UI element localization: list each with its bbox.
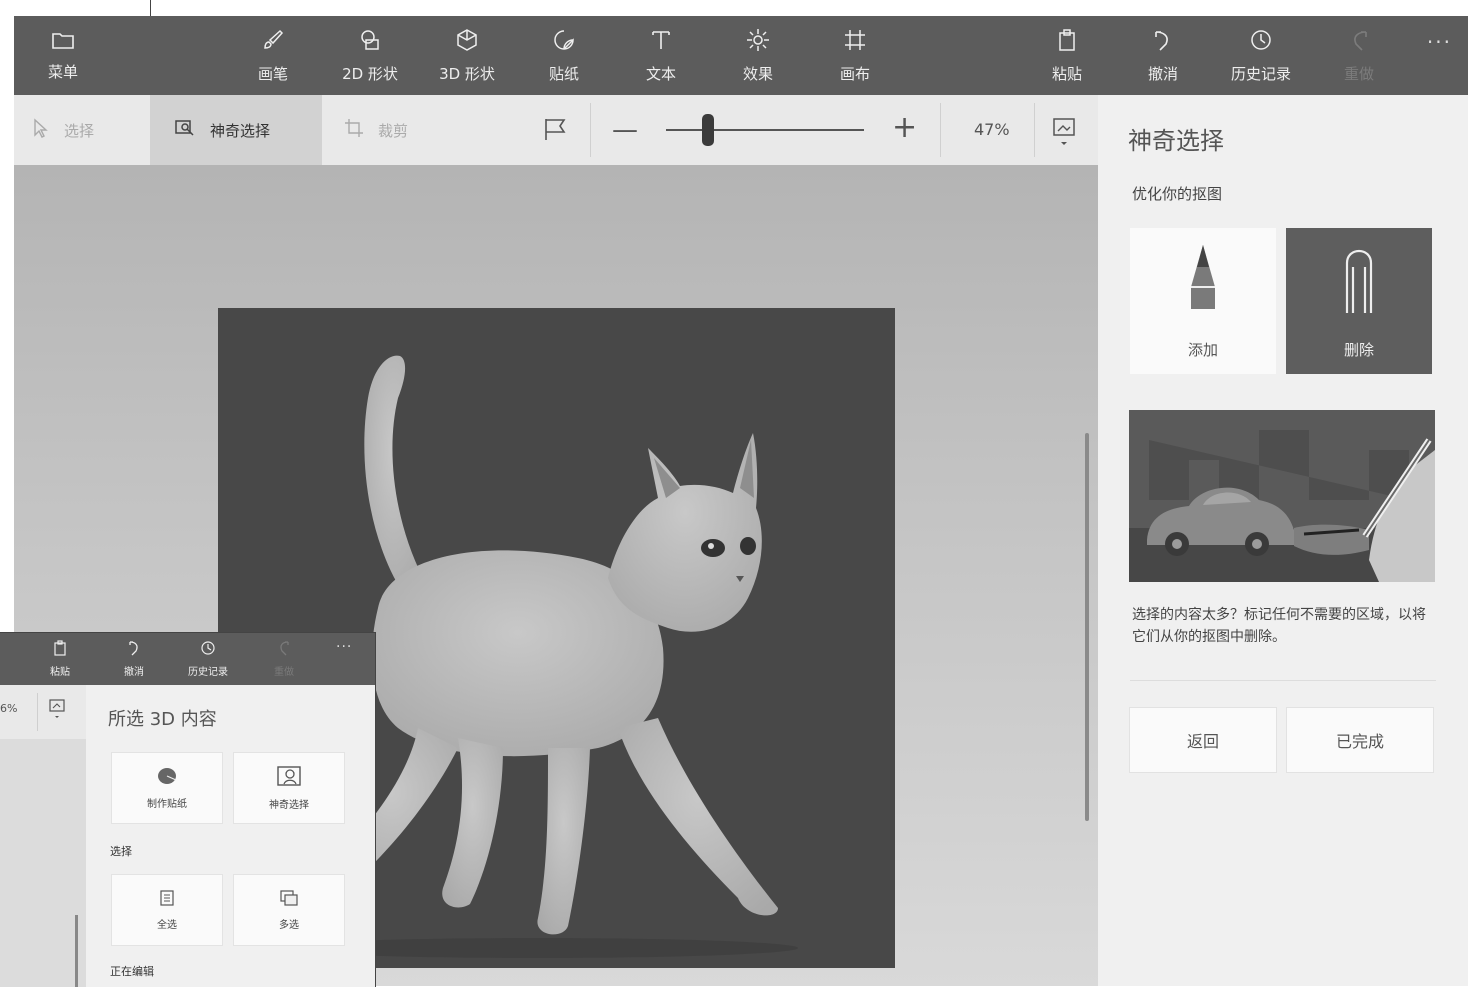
inset-paste-button[interactable]: 粘贴 [30,633,90,685]
make-sticker-button[interactable]: 制作贴纸 [112,753,222,823]
history-button[interactable]: 历史记录 [1216,16,1306,95]
redo-button[interactable]: 重做 [1314,16,1404,95]
inset-undo-button[interactable]: 撤消 [104,633,164,685]
remove-illustration [1129,410,1435,582]
inset-panel-title: 所选 3D 内容 [108,709,217,730]
magic-select-panel: 神奇选择 优化你的抠图 添加 删除 选择的内容太多？标记任何不需要的区域，以将它… [1098,95,1468,986]
paste-icon [53,640,67,660]
redo-icon [1347,28,1371,59]
inset-zoom-level: 6% [0,702,18,715]
pencil-add-icon [1185,243,1221,321]
inset-redo-button[interactable]: 重做 [254,633,314,685]
top-toolbar: 菜单 画笔 2D 形状 3D 形状 贴纸 文本 效果 画布 粘贴 撤消 历史记录… [14,16,1468,95]
shapes-2d-icon [358,28,382,59]
inset-toolbar: 粘贴 撤消 历史记录 重做 ··· [0,633,375,685]
vertical-scrollbar[interactable] [1085,433,1089,821]
zoom-level: 47% [974,120,1010,139]
zoom-slider-track[interactable] [666,129,864,131]
canvas-icon [843,28,867,59]
selection-toolbar: 选择 神奇选择 裁剪 — + 47% [14,95,1098,165]
history-icon [200,640,216,660]
undo-button[interactable]: 撤消 [1118,16,1208,95]
crop-tool-button[interactable]: 裁剪 [344,95,454,165]
sticker-icon [552,28,576,59]
history-icon [1249,28,1273,59]
view-fit-icon[interactable] [48,698,66,724]
add-button[interactable]: 添加 [1130,228,1276,374]
canvas-button[interactable]: 画布 [810,16,900,95]
text-icon [649,28,673,59]
sticker-icon [156,766,178,791]
brush-button[interactable]: 画笔 [228,16,318,95]
stickers-button[interactable]: 贴纸 [519,16,609,95]
magic-select-icon [276,765,302,792]
folder-icon [51,30,75,57]
done-button[interactable]: 已完成 [1287,708,1433,772]
inset-scrollbar[interactable] [75,915,78,987]
inset-subtoolbar: 6% [0,685,86,739]
magic-select-icon [174,118,196,143]
multi-select-icon [279,889,299,912]
flag-icon[interactable] [543,117,569,145]
inset-screenshot: 粘贴 撤消 历史记录 重做 ··· 6% 所选 3D 内容 制作贴纸 神奇选择 … [0,632,376,987]
undo-icon [1151,28,1175,59]
menu-button[interactable]: 菜单 [18,16,108,95]
undo-icon [127,640,141,660]
view-fit-icon[interactable] [1052,117,1076,151]
more-options-icon[interactable]: ··· [1427,30,1452,54]
redo-icon [277,640,291,660]
select-all-icon [159,889,175,912]
cube-icon [455,28,479,59]
inset-divider [37,693,38,731]
effects-icon [746,28,770,59]
inset-magic-select-button[interactable]: 神奇选择 [234,753,344,823]
crop-icon [344,118,364,143]
back-button[interactable]: 返回 [1130,708,1276,772]
multi-select-button[interactable]: 多选 [234,875,344,945]
inset-editing-section-label: 正在编辑 [110,965,154,978]
paste-icon [1055,28,1079,59]
background-window-edge [0,16,15,464]
shapes-3d-button[interactable]: 3D 形状 [422,16,512,95]
inset-history-button[interactable]: 历史记录 [178,633,238,685]
text-button[interactable]: 文本 [616,16,706,95]
zoom-in-icon[interactable]: + [892,110,917,145]
inset-canvas-strip: 6% [0,685,86,987]
shapes-2d-button[interactable]: 2D 形状 [325,16,415,95]
remove-button[interactable]: 删除 [1286,228,1432,374]
paste-button[interactable]: 粘贴 [1022,16,1112,95]
select-tool-button[interactable]: 选择 [32,95,150,165]
background-window-fragment [0,0,151,17]
zoom-out-icon[interactable]: — [612,115,638,145]
panel-title: 神奇选择 [1128,127,1224,155]
panel-divider [1130,680,1436,681]
toolbar-divider [940,103,941,157]
toolbar-divider [590,103,591,157]
toolbar-divider [1034,103,1035,157]
eraser-remove-icon [1341,243,1377,321]
zoom-slider-thumb[interactable] [702,114,714,146]
select-all-button[interactable]: 全选 [112,875,222,945]
inset-more-icon[interactable]: ··· [336,639,352,655]
magic-select-tool-button[interactable]: 神奇选择 [150,95,322,165]
pointer-icon [32,117,50,143]
brush-icon [261,28,285,59]
panel-description: 选择的内容太多？标记任何不需要的区域，以将它们从你的抠图中删除。 [1132,607,1426,645]
panel-subtitle: 优化你的抠图 [1132,185,1223,203]
inset-select-section-label: 选择 [110,845,132,858]
effects-button[interactable]: 效果 [713,16,803,95]
